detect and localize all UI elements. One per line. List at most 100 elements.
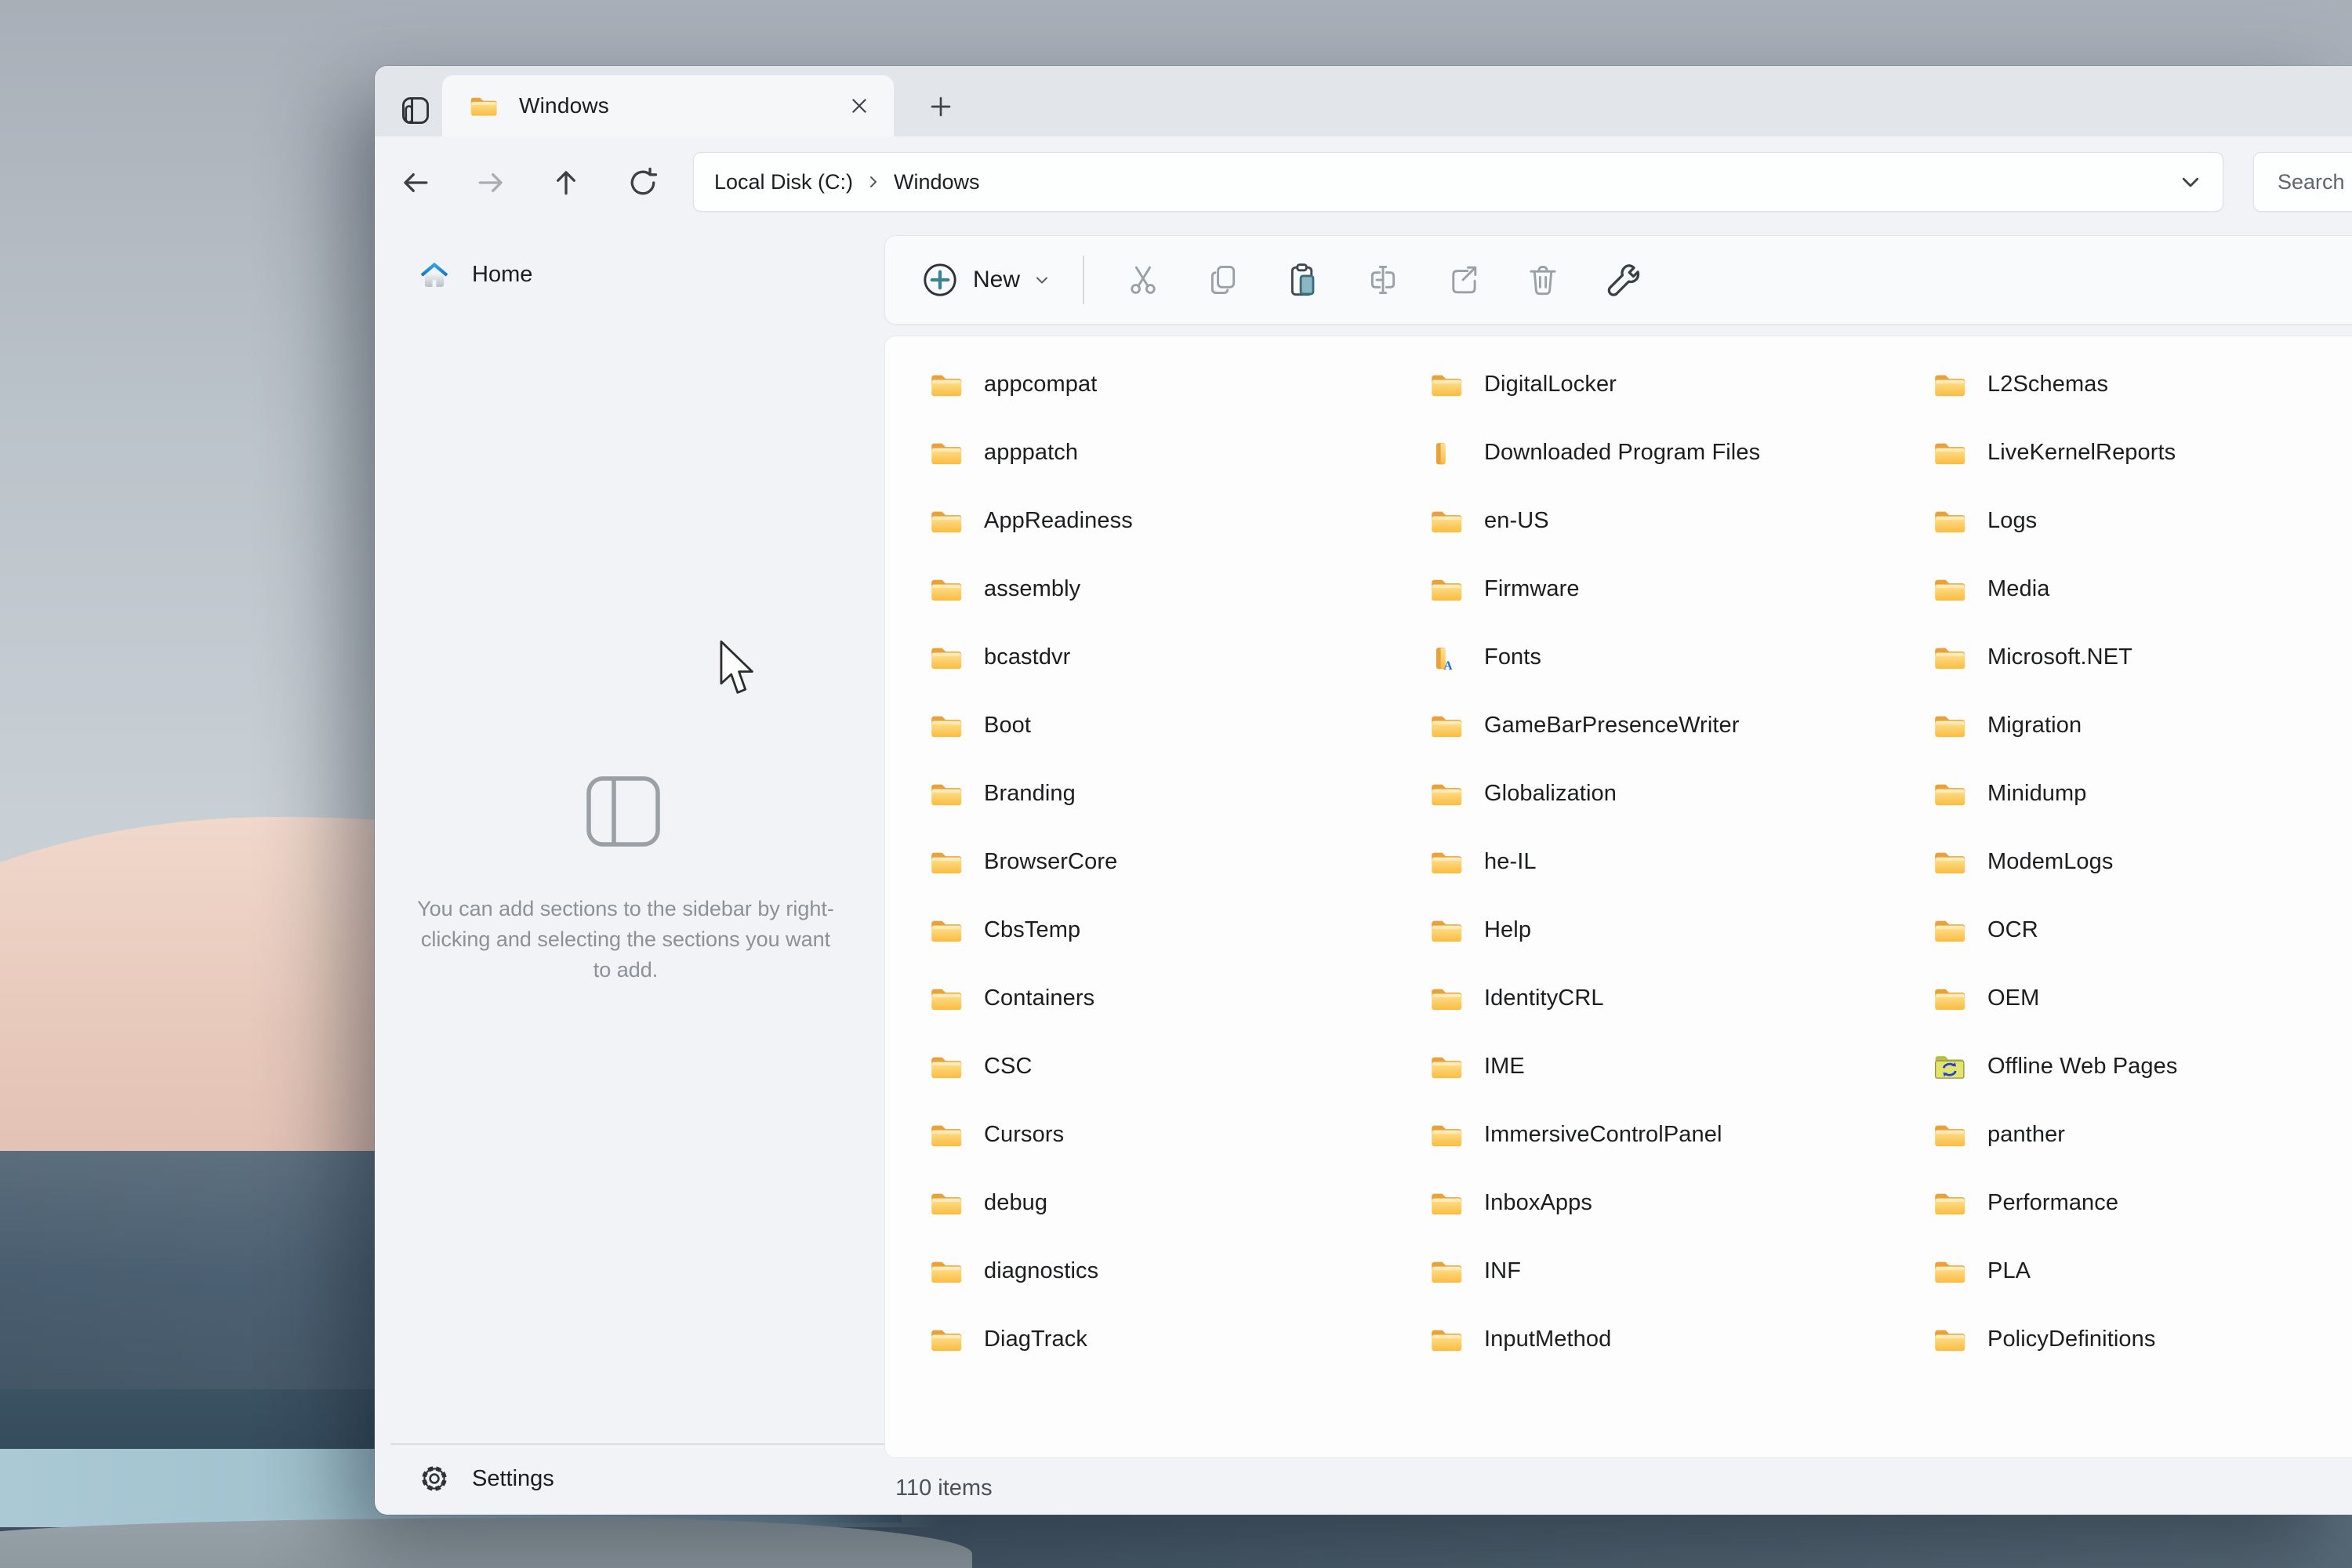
file-item[interactable]: OEM bbox=[1933, 964, 2352, 1033]
file-item[interactable]: Boot bbox=[929, 691, 1415, 760]
file-item[interactable]: InputMethod bbox=[1429, 1305, 1915, 1374]
file-item[interactable]: InboxApps bbox=[1429, 1169, 1915, 1237]
copy-button[interactable] bbox=[1194, 251, 1252, 309]
file-item[interactable]: Branding bbox=[929, 760, 1415, 828]
file-item-label: appcompat bbox=[984, 372, 1097, 397]
gear-icon bbox=[417, 1462, 452, 1495]
refresh-button[interactable] bbox=[620, 160, 666, 205]
file-item[interactable]: diagnostics bbox=[929, 1237, 1415, 1305]
file-item[interactable]: L2Schemas bbox=[1933, 350, 2352, 419]
file-item[interactable]: Migration bbox=[1933, 691, 2352, 760]
file-item[interactable]: Downloaded Program Files bbox=[1429, 419, 1915, 487]
new-button[interactable]: New bbox=[913, 255, 1059, 305]
file-item-label: Performance bbox=[1987, 1190, 2118, 1216]
folder-icon bbox=[1429, 1189, 1464, 1218]
file-item[interactable]: Offline Web Pages bbox=[1933, 1033, 2352, 1101]
file-item[interactable]: Help bbox=[1429, 896, 1915, 964]
file-item[interactable]: DiagTrack bbox=[929, 1305, 1415, 1374]
file-item[interactable]: he-IL bbox=[1429, 828, 1915, 896]
file-item[interactable]: GameBarPresenceWriter bbox=[1429, 691, 1915, 760]
file-item[interactable]: Firmware bbox=[1429, 555, 1915, 623]
breadcrumb-segment-current[interactable]: Windows bbox=[886, 165, 988, 199]
file-item[interactable]: Minidump bbox=[1933, 760, 2352, 828]
forward-button[interactable] bbox=[468, 160, 514, 205]
file-item[interactable]: OCR bbox=[1933, 896, 2352, 964]
folder-icon bbox=[1933, 506, 1967, 535]
tab-close-button[interactable] bbox=[842, 89, 877, 123]
folder-icon bbox=[929, 916, 964, 945]
file-item-label: IdentityCRL bbox=[1484, 985, 1604, 1011]
file-item-label: LiveKernelReports bbox=[1987, 440, 2176, 466]
wrench-icon bbox=[1605, 262, 1641, 298]
folder-icon bbox=[929, 1325, 964, 1354]
folder-icon bbox=[929, 575, 964, 604]
file-item-label: Logs bbox=[1987, 508, 2037, 534]
new-tab-button[interactable] bbox=[922, 88, 960, 125]
paste-icon bbox=[1285, 262, 1321, 298]
sidebar-toggle-button[interactable] bbox=[397, 93, 434, 129]
folder-icon bbox=[1429, 1052, 1464, 1081]
tab-windows[interactable]: Windows bbox=[442, 75, 894, 136]
file-item[interactable]: Media bbox=[1933, 555, 2352, 623]
file-item[interactable]: IdentityCRL bbox=[1429, 964, 1915, 1033]
file-item[interactable]: AppReadiness bbox=[929, 487, 1415, 555]
file-item[interactable]: IME bbox=[1429, 1033, 1915, 1101]
cut-button[interactable] bbox=[1114, 251, 1172, 309]
file-item[interactable]: appcompat bbox=[929, 350, 1415, 419]
file-item[interactable]: Performance bbox=[1933, 1169, 2352, 1237]
folder-icon bbox=[1933, 1120, 1967, 1149]
breadcrumb-segment-drive[interactable]: Local Disk (C:) bbox=[706, 165, 861, 199]
file-item[interactable]: ModemLogs bbox=[1933, 828, 2352, 896]
file-item[interactable]: LiveKernelReports bbox=[1933, 419, 2352, 487]
folder-icon bbox=[1933, 779, 1967, 808]
sidebar-item-settings[interactable]: Settings bbox=[398, 1452, 861, 1505]
sidebar-empty-message: You can add sections to the sidebar by r… bbox=[416, 894, 836, 985]
file-item-label: BrowserCore bbox=[984, 849, 1117, 875]
file-item-label: PLA bbox=[1987, 1258, 2031, 1284]
file-item[interactable]: en-US bbox=[1429, 487, 1915, 555]
share-button[interactable] bbox=[1434, 251, 1492, 309]
file-item[interactable]: Microsoft.NET bbox=[1933, 623, 2352, 691]
file-item[interactable]: CSC bbox=[929, 1033, 1415, 1101]
file-item[interactable]: INF bbox=[1429, 1237, 1915, 1305]
folder-icon bbox=[1933, 575, 1967, 604]
file-item[interactable]: PLA bbox=[1933, 1237, 2352, 1305]
file-item-label: bcastdvr bbox=[984, 644, 1070, 670]
file-item[interactable]: PolicyDefinitions bbox=[1933, 1305, 2352, 1374]
file-item[interactable]: bcastdvr bbox=[929, 623, 1415, 691]
folder-icon bbox=[929, 848, 964, 877]
file-item[interactable]: debug bbox=[929, 1169, 1415, 1237]
file-item[interactable]: CbsTemp bbox=[929, 896, 1415, 964]
search-input[interactable]: Search bbox=[2253, 152, 2352, 212]
refresh-icon bbox=[626, 165, 660, 200]
file-item[interactable]: apppatch bbox=[929, 419, 1415, 487]
file-column: L2Schemas LiveKernelReports Logs Media M… bbox=[1933, 350, 2352, 1374]
file-item[interactable]: panther bbox=[1933, 1101, 2352, 1169]
back-button[interactable] bbox=[393, 160, 438, 205]
address-bar[interactable]: Local Disk (C:) Windows bbox=[693, 152, 2223, 212]
tools-button[interactable] bbox=[1594, 251, 1652, 309]
paste-button[interactable] bbox=[1274, 251, 1332, 309]
file-item[interactable]: assembly bbox=[929, 555, 1415, 623]
file-item-label: Fonts bbox=[1484, 644, 1541, 670]
file-item[interactable]: Containers bbox=[929, 964, 1415, 1033]
file-item-label: Boot bbox=[984, 713, 1031, 739]
breadcrumb-chevron-icon bbox=[866, 174, 881, 190]
file-column: appcompat apppatch AppReadiness assembly… bbox=[929, 350, 1415, 1374]
file-item-label: IME bbox=[1484, 1054, 1525, 1080]
file-item[interactable]: DigitalLocker bbox=[1429, 350, 1915, 419]
sidebar-item-home[interactable]: Home bbox=[398, 248, 861, 301]
rename-button[interactable] bbox=[1354, 251, 1412, 309]
file-item-label: Containers bbox=[984, 985, 1094, 1011]
file-item[interactable]: Globalization bbox=[1429, 760, 1915, 828]
address-dropdown-button[interactable] bbox=[2179, 170, 2202, 194]
delete-button[interactable] bbox=[1514, 251, 1572, 309]
folder-icon bbox=[929, 779, 964, 808]
file-item[interactable]: Logs bbox=[1933, 487, 2352, 555]
file-item[interactable]: Cursors bbox=[929, 1101, 1415, 1169]
up-button[interactable] bbox=[543, 160, 589, 205]
file-item[interactable]: BrowserCore bbox=[929, 828, 1415, 896]
file-item[interactable]: ImmersiveControlPanel bbox=[1429, 1101, 1915, 1169]
file-item-label: GameBarPresenceWriter bbox=[1484, 713, 1740, 739]
file-item[interactable]: A Fonts bbox=[1429, 623, 1915, 691]
